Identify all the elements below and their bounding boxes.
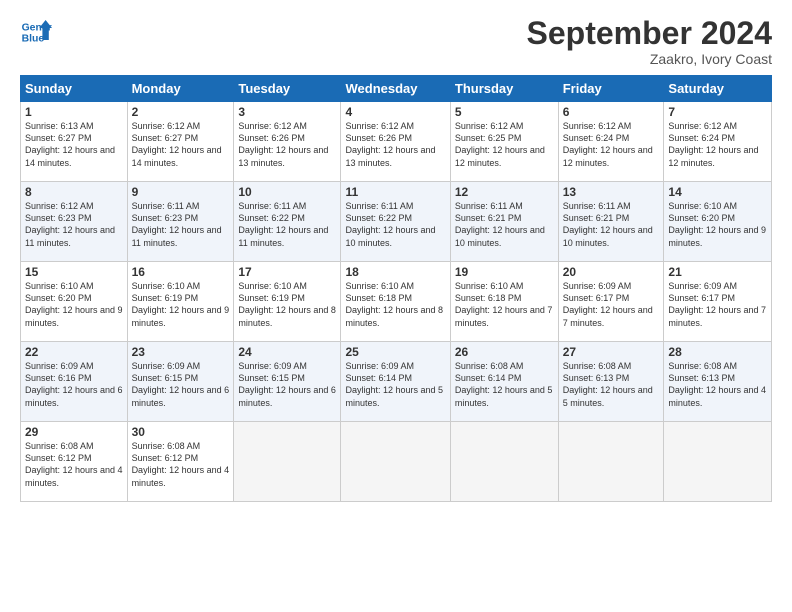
table-row: 13Sunrise: 6:11 AMSunset: 6:21 PMDayligh… <box>558 182 664 262</box>
table-row <box>664 422 772 502</box>
table-row: 28Sunrise: 6:08 AMSunset: 6:13 PMDayligh… <box>664 342 772 422</box>
table-row: 26Sunrise: 6:08 AMSunset: 6:14 PMDayligh… <box>450 342 558 422</box>
col-tuesday: Tuesday <box>234 76 341 102</box>
table-row: 9Sunrise: 6:11 AMSunset: 6:23 PMDaylight… <box>127 182 234 262</box>
month-title: September 2024 <box>527 16 772 51</box>
calendar-week-4: 22Sunrise: 6:09 AMSunset: 6:16 PMDayligh… <box>21 342 772 422</box>
table-row: 21Sunrise: 6:09 AMSunset: 6:17 PMDayligh… <box>664 262 772 342</box>
col-wednesday: Wednesday <box>341 76 450 102</box>
calendar-header-row: Sunday Monday Tuesday Wednesday Thursday… <box>21 76 772 102</box>
col-monday: Monday <box>127 76 234 102</box>
table-row: 24Sunrise: 6:09 AMSunset: 6:15 PMDayligh… <box>234 342 341 422</box>
table-row: 20Sunrise: 6:09 AMSunset: 6:17 PMDayligh… <box>558 262 664 342</box>
calendar-week-3: 15Sunrise: 6:10 AMSunset: 6:20 PMDayligh… <box>21 262 772 342</box>
table-row: 8Sunrise: 6:12 AMSunset: 6:23 PMDaylight… <box>21 182 128 262</box>
title-block: September 2024 Zaakro, Ivory Coast <box>527 16 772 67</box>
calendar-week-1: 1Sunrise: 6:13 AMSunset: 6:27 PMDaylight… <box>21 102 772 182</box>
col-friday: Friday <box>558 76 664 102</box>
table-row: 10Sunrise: 6:11 AMSunset: 6:22 PMDayligh… <box>234 182 341 262</box>
table-row: 18Sunrise: 6:10 AMSunset: 6:18 PMDayligh… <box>341 262 450 342</box>
col-thursday: Thursday <box>450 76 558 102</box>
table-row: 17Sunrise: 6:10 AMSunset: 6:19 PMDayligh… <box>234 262 341 342</box>
table-row: 29Sunrise: 6:08 AMSunset: 6:12 PMDayligh… <box>21 422 128 502</box>
table-row: 22Sunrise: 6:09 AMSunset: 6:16 PMDayligh… <box>21 342 128 422</box>
table-row: 12Sunrise: 6:11 AMSunset: 6:21 PMDayligh… <box>450 182 558 262</box>
col-saturday: Saturday <box>664 76 772 102</box>
table-row: 4Sunrise: 6:12 AMSunset: 6:26 PMDaylight… <box>341 102 450 182</box>
table-row <box>341 422 450 502</box>
table-row <box>558 422 664 502</box>
table-row <box>450 422 558 502</box>
page: General Blue September 2024 Zaakro, Ivor… <box>0 0 792 612</box>
svg-text:Blue: Blue <box>22 34 45 45</box>
header: General Blue September 2024 Zaakro, Ivor… <box>20 16 772 67</box>
table-row: 2Sunrise: 6:12 AMSunset: 6:27 PMDaylight… <box>127 102 234 182</box>
table-row: 11Sunrise: 6:11 AMSunset: 6:22 PMDayligh… <box>341 182 450 262</box>
calendar-week-2: 8Sunrise: 6:12 AMSunset: 6:23 PMDaylight… <box>21 182 772 262</box>
location: Zaakro, Ivory Coast <box>527 51 772 67</box>
calendar: Sunday Monday Tuesday Wednesday Thursday… <box>20 75 772 502</box>
table-row: 6Sunrise: 6:12 AMSunset: 6:24 PMDaylight… <box>558 102 664 182</box>
table-row <box>234 422 341 502</box>
calendar-body: 1Sunrise: 6:13 AMSunset: 6:27 PMDaylight… <box>21 102 772 502</box>
col-sunday: Sunday <box>21 76 128 102</box>
logo: General Blue <box>20 16 52 48</box>
table-row: 27Sunrise: 6:08 AMSunset: 6:13 PMDayligh… <box>558 342 664 422</box>
calendar-week-5: 29Sunrise: 6:08 AMSunset: 6:12 PMDayligh… <box>21 422 772 502</box>
table-row: 1Sunrise: 6:13 AMSunset: 6:27 PMDaylight… <box>21 102 128 182</box>
logo-icon: General Blue <box>20 16 52 48</box>
table-row: 30Sunrise: 6:08 AMSunset: 6:12 PMDayligh… <box>127 422 234 502</box>
table-row: 15Sunrise: 6:10 AMSunset: 6:20 PMDayligh… <box>21 262 128 342</box>
table-row: 16Sunrise: 6:10 AMSunset: 6:19 PMDayligh… <box>127 262 234 342</box>
table-row: 19Sunrise: 6:10 AMSunset: 6:18 PMDayligh… <box>450 262 558 342</box>
table-row: 7Sunrise: 6:12 AMSunset: 6:24 PMDaylight… <box>664 102 772 182</box>
table-row: 23Sunrise: 6:09 AMSunset: 6:15 PMDayligh… <box>127 342 234 422</box>
table-row: 3Sunrise: 6:12 AMSunset: 6:26 PMDaylight… <box>234 102 341 182</box>
table-row: 14Sunrise: 6:10 AMSunset: 6:20 PMDayligh… <box>664 182 772 262</box>
table-row: 25Sunrise: 6:09 AMSunset: 6:14 PMDayligh… <box>341 342 450 422</box>
table-row: 5Sunrise: 6:12 AMSunset: 6:25 PMDaylight… <box>450 102 558 182</box>
